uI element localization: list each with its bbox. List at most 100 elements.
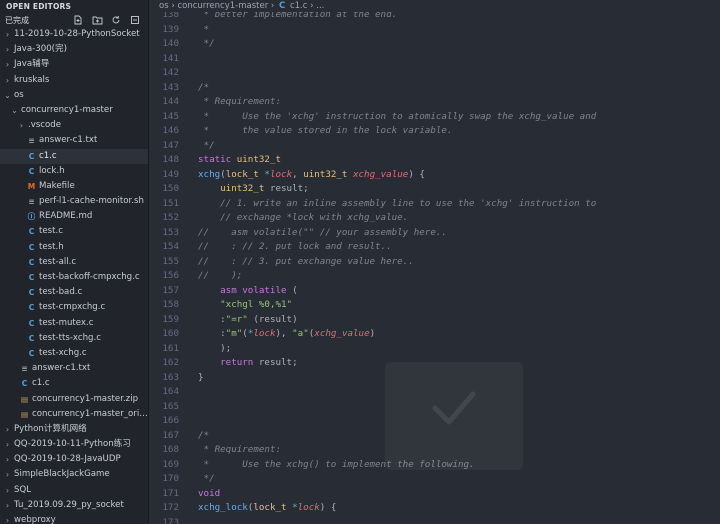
breadcrumb-separator: › xyxy=(171,1,175,11)
tree-item[interactable]: Ctest-mutex.c xyxy=(0,316,148,331)
tree-item[interactable]: › SimpleBlackJackGame xyxy=(0,467,148,482)
tree-item[interactable]: Ctest.c xyxy=(0,224,148,239)
tree-item[interactable]: › QQ-2019-10-28-JavaUDP xyxy=(0,452,148,467)
code-token: */ xyxy=(198,473,215,484)
tree-item-label: .vscode xyxy=(28,120,62,131)
code-token: ) xyxy=(369,328,376,339)
code-line[interactable]: 171 void xyxy=(149,487,720,502)
tree-item[interactable]: › .vscode xyxy=(0,118,148,133)
tree-item[interactable]: ≡ answer-c1.txt xyxy=(0,133,148,148)
line-number: 158 xyxy=(162,299,179,310)
code-token: // ); xyxy=(198,270,243,281)
tree-item[interactable]: ⓘ README.md xyxy=(0,209,148,224)
code-token: * Requirement: xyxy=(198,96,281,107)
code-line[interactable]: 157 asm volatile ( xyxy=(149,284,720,299)
code-line[interactable]: 152 // exchange *lock with xchg_value. xyxy=(149,211,720,226)
tree-item[interactable]: ▤concurrency1-master_oringin... xyxy=(0,407,148,422)
line-text: */ xyxy=(198,472,215,487)
tree-item[interactable]: Clock.h xyxy=(0,164,148,179)
tree-item[interactable]: ▤ concurrency1-master.zip xyxy=(0,392,148,407)
tree-item[interactable]: Ctest.h xyxy=(0,240,148,255)
code-line[interactable]: 154 // : // 2. put lock and result.. xyxy=(149,240,720,255)
line-number: 160 xyxy=(162,328,179,339)
tree-item-label: Python计算机网络 xyxy=(14,423,87,434)
line-number: 168 xyxy=(162,444,179,455)
code-line[interactable]: 149 xchg(lock_t *lock, uint32_t xchg_valu… xyxy=(149,168,720,183)
tree-item[interactable]: Ctest-tts-xchg.c xyxy=(0,331,148,346)
code-line[interactable]: 147 */ xyxy=(149,139,720,154)
tree-item[interactable]: ⌄ os xyxy=(0,88,148,103)
tree-item-label: Tu_2019.09.29_py_socket xyxy=(14,499,124,510)
breadcrumb-symbol[interactable]: ... xyxy=(316,1,324,11)
code-token: uint32_t xyxy=(220,183,270,194)
tree-item[interactable]: Ctest-cmpxchg.c xyxy=(0,300,148,315)
tree-item[interactable]: › Java辅导 xyxy=(0,57,148,72)
code-line[interactable]: 150 uint32_t result; xyxy=(149,182,720,197)
c-file-icon: C xyxy=(28,166,35,176)
code-token: ) { xyxy=(408,168,425,180)
tree-item[interactable]: › kruskals xyxy=(0,73,148,88)
tree-item[interactable]: ≡ answer-c1.txt xyxy=(0,361,148,376)
new-file-icon[interactable] xyxy=(72,14,84,26)
code-line[interactable]: 156 // ); xyxy=(149,269,720,284)
code-line[interactable]: 173 xyxy=(149,516,720,524)
refresh-icon[interactable] xyxy=(110,14,122,26)
tree-item-label: concurrency1-master.zip xyxy=(32,393,139,404)
code-line[interactable]: 140 */ xyxy=(149,37,720,52)
tree-item-label: 11-2019-10-28-PythonSocket xyxy=(14,29,140,39)
code-token: lock xyxy=(269,168,293,180)
tree-item[interactable]: › Java-300(完) xyxy=(0,42,148,57)
tree-item[interactable]: Ctest-all.c xyxy=(0,255,148,270)
tree-item-label: c1.c xyxy=(39,150,57,161)
code-line[interactable]: 141 xyxy=(149,52,720,67)
breadcrumb-project[interactable]: concurrency1-master xyxy=(177,1,268,11)
code-line[interactable]: 170 */ xyxy=(149,472,720,487)
c-file-icon: C xyxy=(28,242,35,252)
tree-item[interactable]: › QQ-2019-10-11-Python练习 xyxy=(0,437,148,452)
breadcrumb-file[interactable]: c1.c xyxy=(290,1,307,11)
line-text: } xyxy=(198,371,204,386)
breadcrumb-folder[interactable]: os xyxy=(159,1,169,11)
tree-item[interactable]: › Tu_2019.09.29_py_socket xyxy=(0,498,148,513)
code-line[interactable]: 139 * xyxy=(149,23,720,38)
line-number: 162 xyxy=(162,357,179,368)
code-line[interactable]: 142 xyxy=(149,66,720,81)
code-line[interactable]: 160 :"m"(*lock), "a"(xchg_value) xyxy=(149,327,720,342)
chevron-right-icon: › xyxy=(5,424,10,434)
code-editor[interactable]: 138 * better implementation at the end. 1… xyxy=(149,0,720,524)
tree-item[interactable]: › 11-2019-10-28-PythonSocket xyxy=(0,27,148,42)
tree-item[interactable]: Ctest-xchg.c xyxy=(0,346,148,361)
tree-item[interactable]: › webproxy xyxy=(0,513,148,524)
code-line[interactable]: 159 :"=r" (result) xyxy=(149,313,720,328)
code-line[interactable]: 151 // 1. write an inline assembly line … xyxy=(149,197,720,212)
tree-item[interactable]: › Python计算机网络 xyxy=(0,422,148,437)
tree-item[interactable]: › SQL xyxy=(0,483,148,498)
tree-item[interactable]: Cc1.c xyxy=(0,376,148,391)
tree-item[interactable]: Ctest-backoff-cmpxchg.c xyxy=(0,270,148,285)
tree-item[interactable]: Cc1.c xyxy=(0,148,148,164)
new-folder-icon[interactable] xyxy=(91,14,103,26)
line-text: return result; xyxy=(198,356,297,371)
tree-item-label: concurrency1-master xyxy=(21,104,113,115)
code-line[interactable]: 155 // : // 3. put exchange value here.. xyxy=(149,255,720,270)
code-line[interactable]: 161 ); xyxy=(149,342,720,357)
code-line[interactable]: 144 * Requirement: xyxy=(149,95,720,110)
tree-item-label: test.h xyxy=(39,241,64,252)
code-line[interactable]: 158 "xchgl %0,%1" xyxy=(149,298,720,313)
tree-item[interactable]: ≡ perf-l1-cache-monitor.sh xyxy=(0,194,148,209)
tree-item[interactable]: ⌄ concurrency1-master xyxy=(0,103,148,118)
code-line[interactable]: 145 * Use the 'xchg' instruction to atom… xyxy=(149,110,720,125)
line-number: 161 xyxy=(162,342,179,354)
tree-item[interactable]: Ctest-bad.c xyxy=(0,285,148,300)
code-token: xchg_lock xyxy=(198,502,248,513)
code-line[interactable]: 153 // asm volatile("" // your assembly h… xyxy=(149,226,720,241)
code-line[interactable]: 146 * the value stored in the lock varia… xyxy=(149,124,720,139)
code-line[interactable]: 172 xchg_lock(lock_t *lock) { xyxy=(149,501,720,516)
tree-item-label: test-xchg.c xyxy=(39,347,87,358)
code-line[interactable]: 143 /* xyxy=(149,81,720,96)
tree-item[interactable]: M Makefile xyxy=(0,179,148,194)
collapse-all-icon[interactable] xyxy=(129,14,141,26)
code-line[interactable]: 148 static uint32_t xyxy=(149,153,720,168)
code-token: void xyxy=(198,487,221,499)
